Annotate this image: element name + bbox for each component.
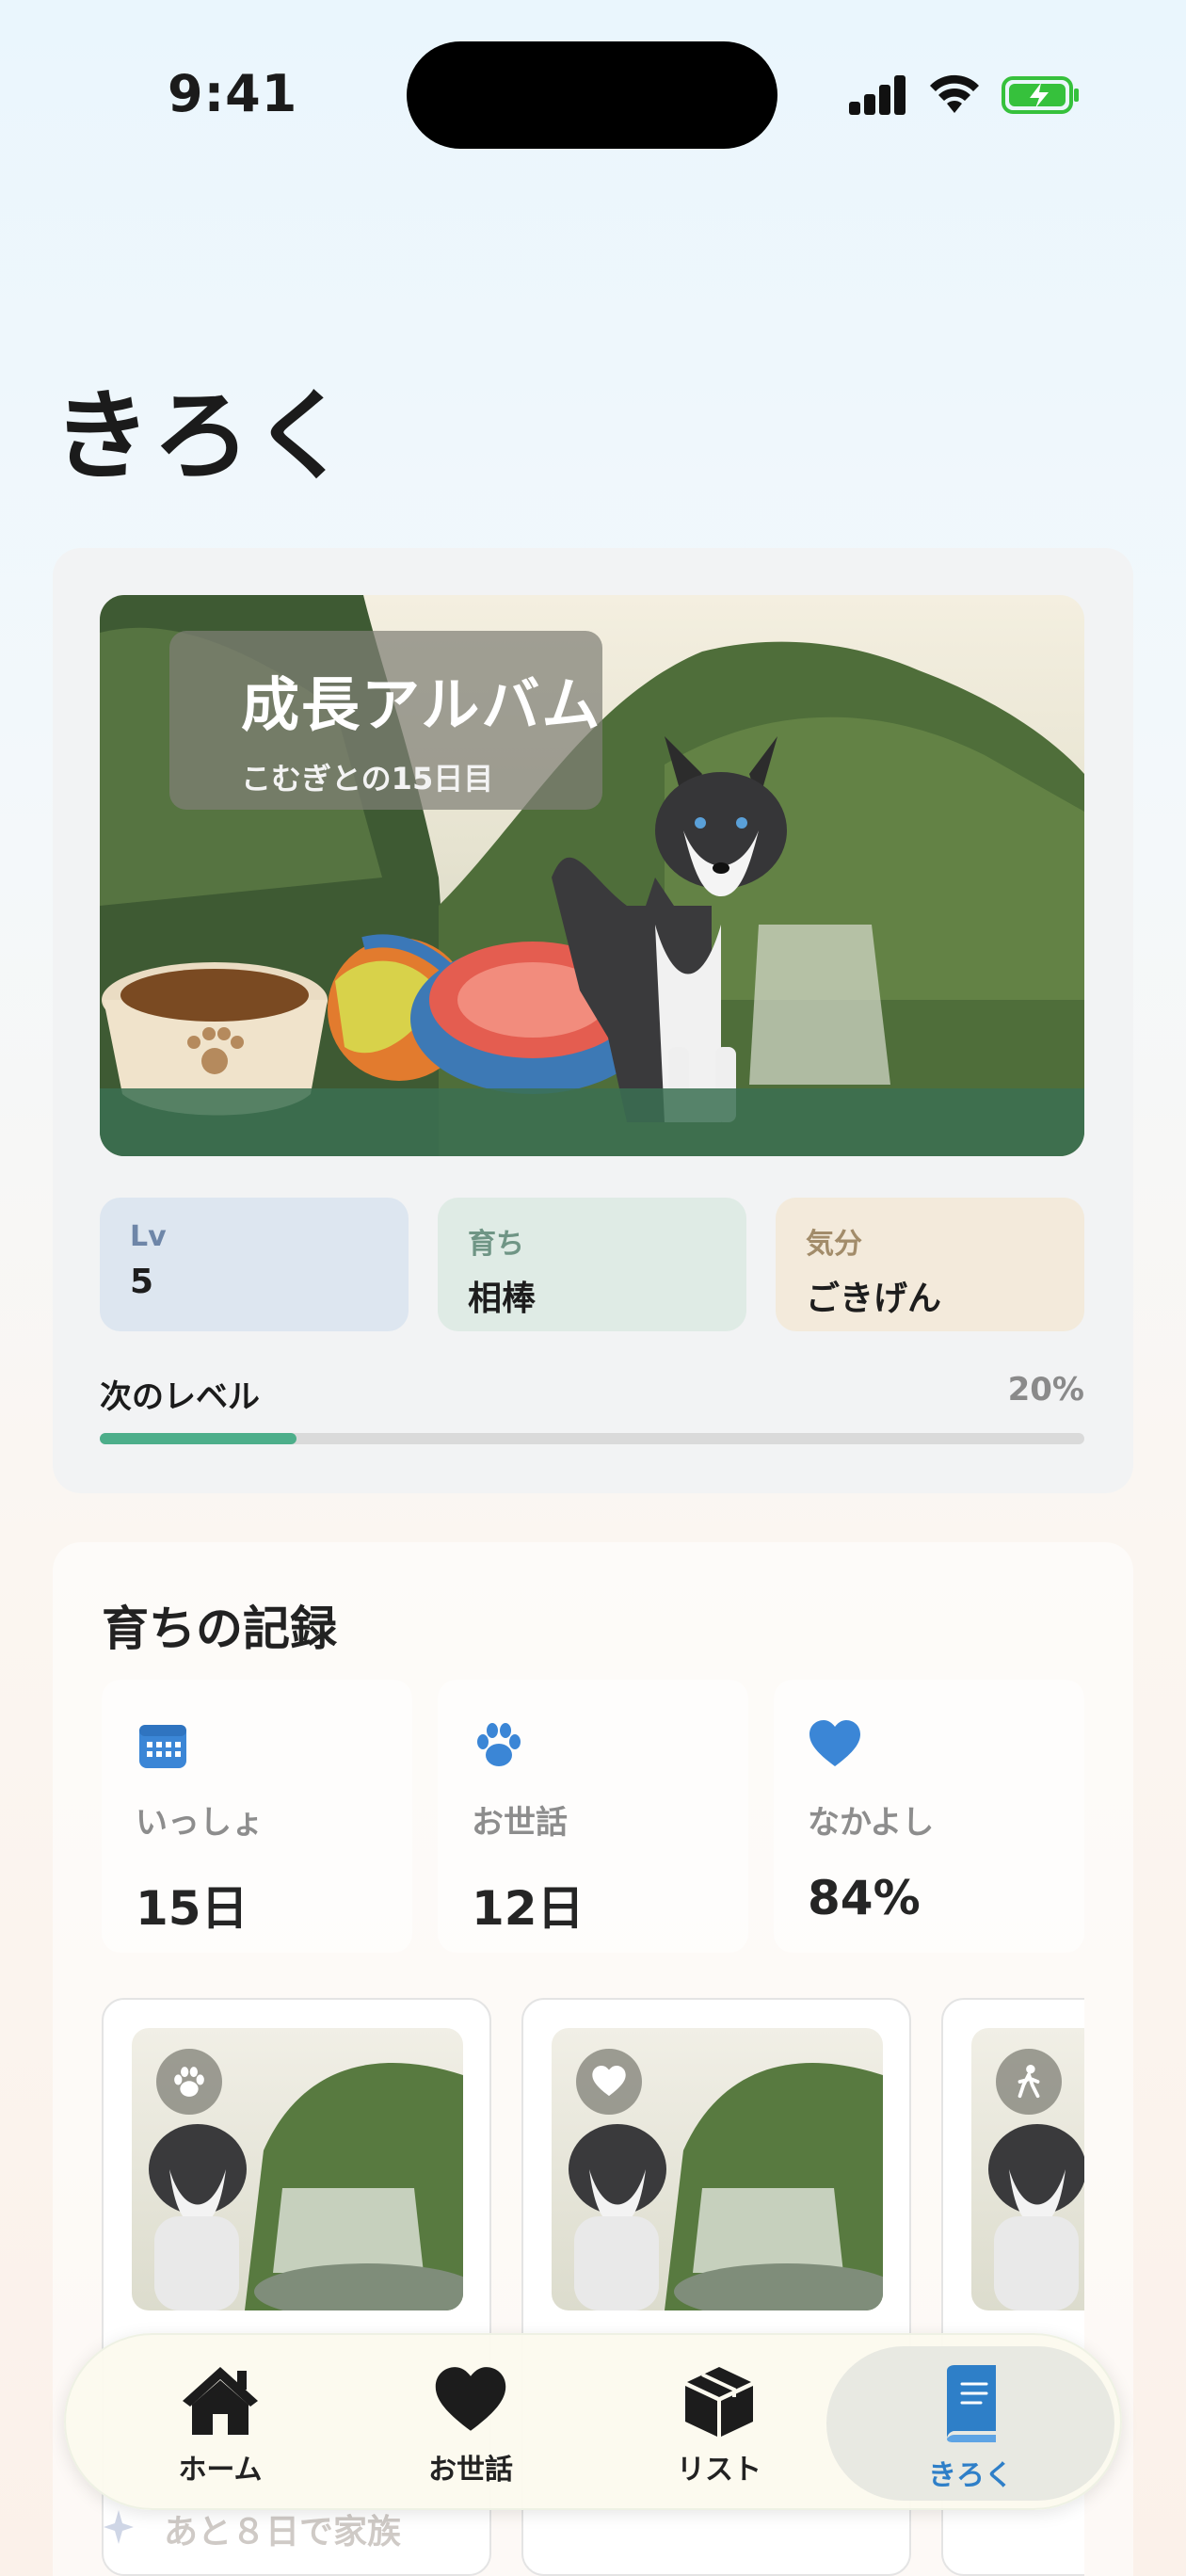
- record-type-badge: [576, 2049, 642, 2115]
- level-chip: Lv 5: [100, 1198, 409, 1331]
- record-type-badge: [156, 2049, 222, 2115]
- records-title: 育ちの記録: [102, 1602, 337, 1656]
- heart-icon: [809, 1720, 860, 1766]
- album-title-panel: 成長アルバム こむぎとの15日目: [169, 631, 602, 810]
- album-subtitle: こむぎとの15日目: [241, 761, 494, 797]
- status-bar: 9:41: [0, 0, 1186, 188]
- chip-label: 気分: [806, 1228, 862, 1261]
- progress-track: [100, 1433, 1084, 1444]
- dynamic-island: [407, 41, 777, 149]
- tab-label: ホーム: [178, 2454, 263, 2487]
- record-type-badge: [996, 2049, 1062, 2115]
- growth-album-card[interactable]: 成長アルバム こむぎとの15日目 Lv 5 育ち 相棒 気分 ごきげん 次のレベ…: [53, 548, 1133, 1493]
- sparkle-icon: [104, 2510, 134, 2544]
- calendar-icon: [139, 1725, 186, 1768]
- battery-icon: [1002, 76, 1079, 114]
- tab-care[interactable]: お世話: [348, 2335, 593, 2512]
- heart-icon: [592, 2065, 626, 2097]
- chip-label: Lv: [130, 1220, 167, 1253]
- record-photo: [552, 2028, 883, 2310]
- house-icon: [183, 2367, 258, 2435]
- album-stat-chips: Lv 5 育ち 相棒 気分 ごきげん: [100, 1198, 1084, 1331]
- status-time: 9:41: [168, 64, 298, 123]
- heart-icon: [435, 2367, 506, 2431]
- metric-label: いっしょ: [136, 1804, 264, 1842]
- record-photo: [132, 2028, 463, 2310]
- metric-value: 84%: [808, 1871, 921, 1925]
- tab-records[interactable]: きろく: [826, 2346, 1114, 2501]
- metric-label: なかよし: [808, 1804, 935, 1842]
- album-hero-image: 成長アルバム こむぎとの15日目: [100, 595, 1084, 1156]
- book-icon: [947, 2365, 996, 2442]
- tab-label: お世話: [428, 2454, 513, 2487]
- records-metrics: いっしょ 15日 お世話 12日 なかよし 84%: [102, 1680, 1084, 1953]
- progress-fill: [100, 1433, 297, 1444]
- tab-label: きろく: [928, 2459, 1013, 2492]
- album-title: 成長アルバム: [241, 670, 602, 739]
- paw-icon: [477, 1723, 521, 1766]
- metric-care-days: お世話 12日: [438, 1680, 748, 1953]
- tab-label: リスト: [677, 2454, 761, 2487]
- chip-label: 育ち: [468, 1228, 524, 1261]
- metric-value: 12日: [472, 1881, 585, 1936]
- cellular-signal-icon: [849, 73, 907, 115]
- next-level-percent: 20%: [1007, 1371, 1084, 1409]
- walk-icon: [1018, 2064, 1040, 2099]
- metric-friendship: なかよし 84%: [774, 1680, 1084, 1953]
- chip-value: 5: [130, 1263, 154, 1301]
- page-title: きろく: [53, 378, 353, 493]
- chip-value: ごきげん: [806, 1280, 942, 1318]
- metric-together-days: いっしょ 15日: [102, 1680, 412, 1953]
- growth-stage-chip: 育ち 相棒: [438, 1198, 746, 1331]
- mood-chip: 気分 ごきげん: [776, 1198, 1084, 1331]
- next-level-label: 次のレベル: [100, 1378, 260, 1416]
- hero-bottom-band: [100, 1088, 1084, 1156]
- metric-label: お世話: [472, 1804, 568, 1842]
- tab-home[interactable]: ホーム: [98, 2335, 343, 2512]
- paw-icon: [174, 2067, 204, 2097]
- box-icon: [685, 2367, 753, 2437]
- tab-bar: ホーム お世話 リスト きろく: [64, 2333, 1122, 2510]
- chip-value: 相棒: [468, 1280, 537, 1318]
- record-photo: [971, 2028, 1084, 2310]
- wifi-icon: [930, 74, 979, 113]
- metric-value: 15日: [136, 1881, 248, 1936]
- tab-list[interactable]: リスト: [597, 2335, 841, 2512]
